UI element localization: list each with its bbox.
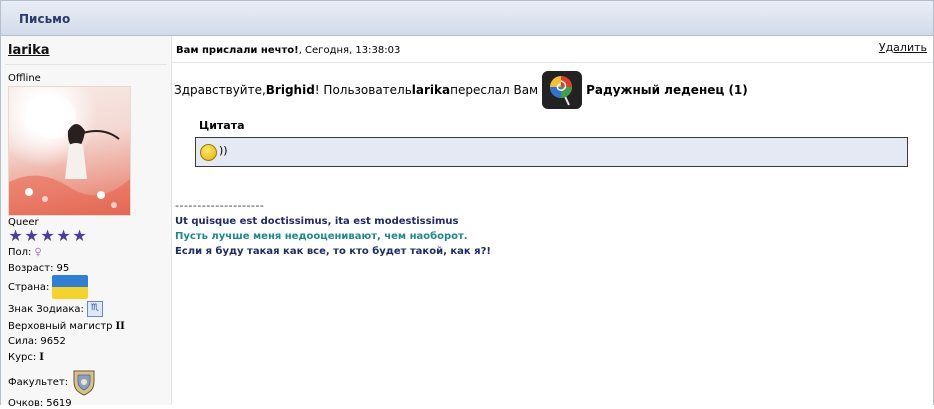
signature-line: Пусть лучше меня недооценивают, чем наоб…: [175, 231, 468, 242]
zodiac-row: Знак Зодиака: ♏: [8, 301, 103, 317]
course-value: I: [39, 352, 44, 363]
avatar[interactable]: [8, 86, 131, 216]
gender-label: Пол:: [8, 247, 32, 258]
message-panel: Письмо larika Offline Queer ★ ★ ★ ★ ★ По…: [0, 0, 934, 409]
star-icon: ★: [56, 226, 71, 245]
gift-name: Радужный леденец (1): [586, 83, 748, 97]
course-label: Курс:: [8, 352, 37, 363]
title-row: Верховный магистр II: [8, 321, 125, 332]
power-row: Сила: 9652: [8, 336, 66, 347]
age-label: Возраст:: [8, 263, 54, 274]
greeting-suffix: переслал Вам: [450, 83, 539, 97]
online-status: Offline: [8, 73, 41, 84]
star-icon: ★: [24, 226, 39, 245]
user-title: Верховный магистр: [8, 321, 113, 332]
faculty-crest-icon: [71, 368, 97, 396]
divider: [5, 64, 167, 65]
age-row: Возраст: 95: [8, 263, 69, 274]
rank-stars: ★ ★ ★ ★ ★: [8, 226, 87, 245]
signature-line: Если я буду такая как все, то кто будет …: [175, 246, 491, 257]
country-label: Страна:: [8, 281, 50, 293]
star-icon: ★: [8, 226, 23, 245]
rainbow-lollipop-icon[interactable]: [542, 71, 583, 109]
message-body: Здравствуйте, Brighid ! Пользователь lar…: [174, 71, 748, 109]
greeting-middle: ! Пользователь: [314, 83, 412, 97]
star-icon: ★: [40, 226, 55, 245]
panel-header: Письмо: [1, 1, 933, 36]
greeting-prefix: Здравствуйте,: [174, 83, 266, 97]
power-label: Сила:: [8, 336, 38, 347]
panel-title: Письмо: [19, 12, 71, 26]
zodiac-label: Знак Зодиака:: [8, 303, 84, 315]
quote-block: )): [195, 137, 908, 167]
message-subject: Вам прислали нечто!: [176, 45, 299, 56]
quote-label: Цитата: [199, 119, 245, 132]
signature-divider: --------------------: [175, 199, 265, 212]
faculty-label: Факультет:: [8, 376, 69, 388]
power-value: 9652: [40, 336, 66, 347]
age-value: 95: [56, 263, 70, 274]
sender-username-link[interactable]: larika: [8, 43, 50, 58]
sender-name: larika: [411, 83, 451, 97]
message-header: Вам прислали нечто!, Сегодня, 13:38:03: [176, 45, 400, 56]
avatar-illustration: [9, 95, 130, 215]
scorpio-icon: ♏: [86, 301, 103, 317]
divider: [172, 62, 933, 63]
country-row: Страна:: [8, 275, 89, 299]
recipient-name: Brighid: [265, 83, 315, 97]
message-date: , Сегодня, 13:38:03: [298, 45, 401, 56]
faculty-row: Факультет:: [8, 368, 97, 396]
delete-link[interactable]: Удалить: [879, 41, 927, 54]
female-icon: ♀: [34, 247, 42, 258]
title-level: II: [115, 321, 125, 332]
course-row: Курс: I: [8, 352, 44, 363]
gender-row: Пол: ♀: [8, 247, 42, 258]
signature-line: Ut quisque est doctissimus, ita est mode…: [175, 216, 459, 227]
ukraine-flag-icon: [52, 275, 89, 299]
smiley-icon: [200, 144, 217, 161]
quote-text: )): [219, 144, 228, 157]
star-icon: ★: [72, 226, 87, 245]
sender-profile: larika Offline Queer ★ ★ ★ ★ ★ Пол: ♀ Во…: [1, 36, 172, 409]
message-content: Вам прислали нечто!, Сегодня, 13:38:03 У…: [172, 36, 933, 405]
